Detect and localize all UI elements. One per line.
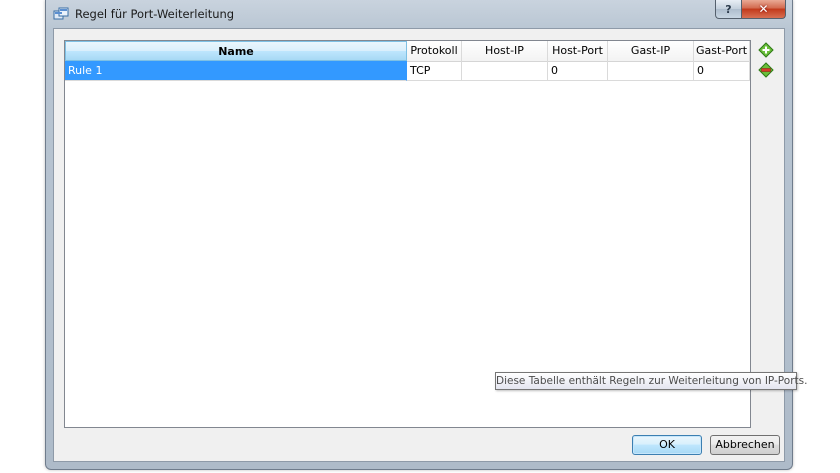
caption-buttons: ? ✕ xyxy=(715,0,786,20)
cell-host-port[interactable]: 0 xyxy=(548,61,608,81)
close-button[interactable]: ✕ xyxy=(742,0,786,19)
title-bar[interactable]: Regel für Port-Weiterleitung ? ✕ xyxy=(46,0,792,28)
table-tooltip: Diese Tabelle enthält Regeln zur Weiterl… xyxy=(495,372,807,390)
column-header-guest-ip[interactable]: Gast-IP xyxy=(608,41,694,61)
cell-guest-port[interactable]: 0 xyxy=(694,61,750,81)
column-header-host-port[interactable]: Host-Port xyxy=(548,41,608,61)
cancel-button[interactable]: Abbrechen xyxy=(710,435,780,455)
cell-guest-ip[interactable] xyxy=(608,61,694,81)
window-title: Regel für Port-Weiterleitung xyxy=(75,7,235,21)
add-rule-button[interactable] xyxy=(757,41,775,61)
column-header-name[interactable]: Name xyxy=(65,41,407,61)
table-header: Name Protokoll Host-IP Host-Port Gast-IP… xyxy=(65,41,750,62)
help-icon: ? xyxy=(725,2,732,16)
column-header-protocol[interactable]: Protokoll xyxy=(407,41,462,61)
table-row[interactable]: Rule 1 TCP 0 0 xyxy=(65,61,750,81)
remove-rule-icon xyxy=(758,61,774,81)
cell-protocol[interactable]: TCP xyxy=(407,61,462,81)
help-button[interactable]: ? xyxy=(715,0,742,19)
port-forwarding-icon xyxy=(53,6,69,22)
column-header-host-ip[interactable]: Host-IP xyxy=(462,41,548,61)
column-header-guest-port[interactable]: Gast-Port xyxy=(694,41,750,61)
port-forwarding-table[interactable]: Name Protokoll Host-IP Host-Port Gast-IP… xyxy=(64,40,751,428)
cell-name[interactable]: Rule 1 xyxy=(65,61,407,81)
cell-host-ip[interactable] xyxy=(462,61,548,81)
close-icon: ✕ xyxy=(758,2,769,16)
remove-rule-button[interactable] xyxy=(757,61,775,81)
ok-button[interactable]: OK xyxy=(632,435,702,455)
add-rule-icon xyxy=(758,41,774,61)
dialog-window: Regel für Port-Weiterleitung ? ✕ Name Pr… xyxy=(45,0,807,470)
dialog-client-area: Name Protokoll Host-IP Host-Port Gast-IP… xyxy=(53,28,807,462)
